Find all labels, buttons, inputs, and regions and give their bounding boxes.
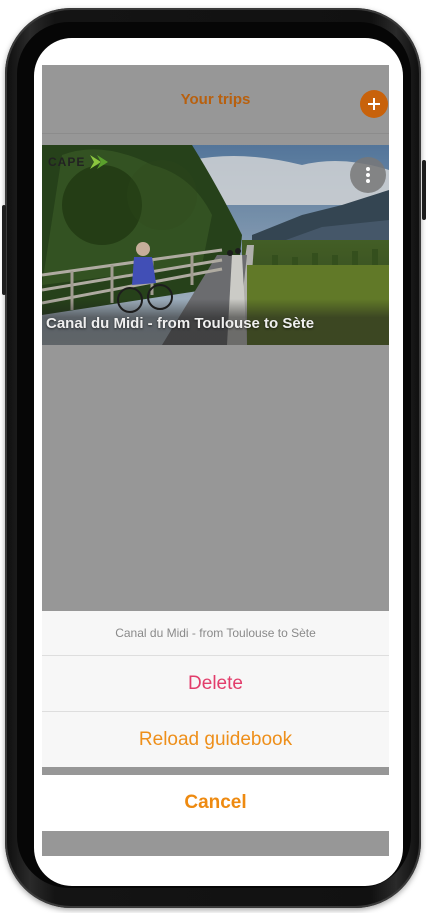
action-sheet-title: Canal du Midi - from Toulouse to Sète	[42, 611, 389, 656]
action-sheet: Canal du Midi - from Toulouse to Sète De…	[42, 611, 389, 767]
page-title: Your trips	[180, 91, 251, 108]
cancel-button[interactable]: Cancel	[42, 775, 389, 831]
chevron-logo-icon	[90, 155, 109, 169]
brand-logo: CAPE	[48, 153, 109, 171]
trip-options-button[interactable]	[350, 157, 386, 193]
header-bar: Your trips	[42, 65, 389, 134]
reload-guidebook-button[interactable]: Reload guidebook	[42, 712, 389, 767]
power-button	[422, 160, 426, 220]
add-trip-button[interactable]	[360, 90, 388, 118]
volume-button	[2, 205, 6, 295]
brand-text: CAPE	[48, 155, 86, 169]
app-viewport: Your trips CAPE Canal du Midi - from Tou…	[42, 65, 389, 856]
more-vertical-icon	[366, 167, 370, 183]
trip-card[interactable]: CAPE Canal du Midi - from Toulouse to Sè…	[42, 145, 389, 345]
trip-caption-bar: Canal du Midi - from Toulouse to Sète	[42, 299, 389, 345]
delete-button[interactable]: Delete	[42, 656, 389, 712]
plus-icon	[368, 98, 380, 110]
trip-title: Canal du Midi - from Toulouse to Sète	[46, 315, 315, 332]
